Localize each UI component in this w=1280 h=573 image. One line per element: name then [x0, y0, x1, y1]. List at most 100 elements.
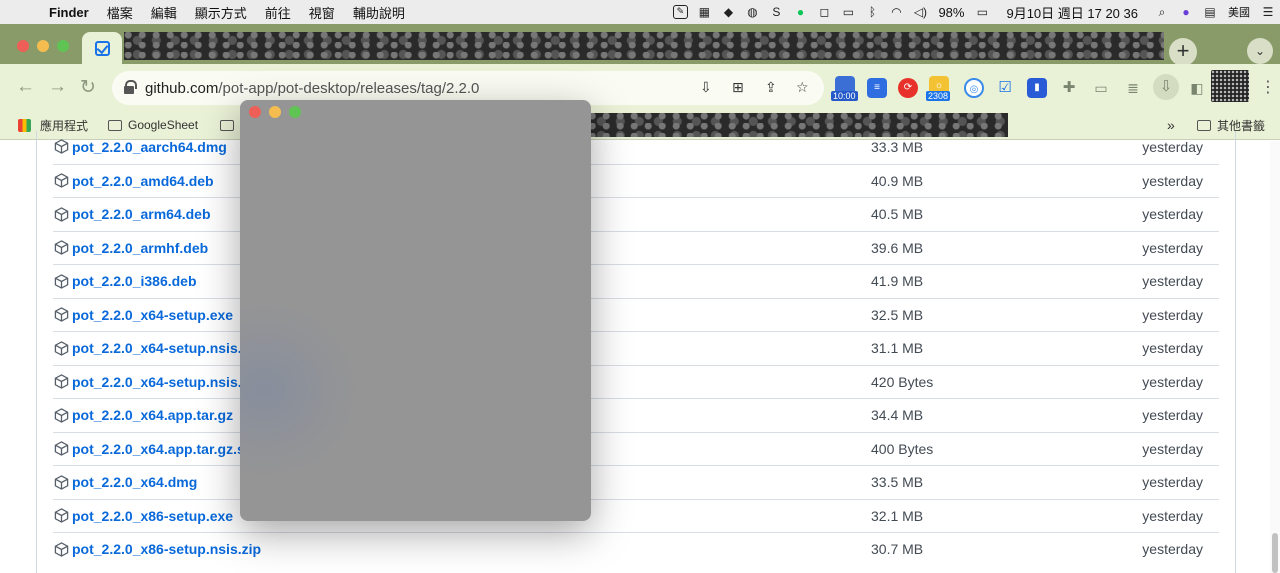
reading-list-icon[interactable]: ≣ — [1123, 78, 1143, 98]
package-icon — [54, 508, 69, 524]
asset-link[interactable]: pot_2.2.0_amd64.deb — [72, 173, 214, 189]
pot-tray-icon[interactable]: ✎ — [668, 0, 692, 24]
asset-link[interactable]: pot_2.2.0_aarch64.dmg — [72, 139, 227, 155]
asset-row: pot_2.2.0_x86-setup.nsis.zip 30.7 MB yes… — [53, 532, 1219, 566]
package-icon — [54, 441, 69, 457]
asset-link[interactable]: pot_2.2.0_armhf.deb — [72, 240, 208, 256]
menu-file[interactable]: 檔案 — [98, 3, 142, 22]
tab-strip — [0, 24, 1280, 64]
overlay-zoom-button[interactable] — [289, 106, 301, 118]
checkbox-favicon-icon — [94, 40, 110, 56]
downloads-icon[interactable]: ⇩ — [1153, 74, 1179, 100]
share-icon[interactable]: ⇪ — [765, 79, 777, 96]
timer-extension-icon[interactable]: ◎ — [964, 78, 984, 98]
menu-help[interactable]: 輔助說明 — [344, 3, 414, 22]
pdf-extension-icon[interactable]: ⟳ — [898, 78, 918, 98]
asset-size: 33.5 MB — [871, 474, 924, 491]
asset-row: pot_2.2.0_armhf.deb 39.6 MB yesterday — [53, 230, 1219, 265]
asset-link[interactable]: pot_2.2.0_x86-setup.nsis.zip — [72, 541, 261, 557]
control-center-icon[interactable]: ☰ — [1256, 0, 1280, 24]
browser-toolbar: ← → ↻ github.com/pot-app/pot-desktop/rel… — [0, 64, 1280, 110]
globe-tray-icon[interactable]: ◍ — [740, 0, 764, 24]
sync-tray-icon[interactable]: S — [764, 0, 788, 24]
reload-icon[interactable]: ↻ — [80, 76, 96, 99]
menu-go[interactable]: 前往 — [256, 3, 300, 22]
cast-icon[interactable]: ▭ — [1091, 78, 1111, 98]
asset-size: 31.1 MB — [871, 340, 924, 357]
flag-icon[interactable]: ▤ — [1198, 0, 1222, 24]
asset-link[interactable]: pot_2.2.0_x64-setup.nsis.zip — [72, 340, 261, 356]
asset-size: 30.7 MB — [871, 541, 924, 558]
asset-row: pot_2.2.0_amd64.deb 40.9 MB yesterday — [53, 163, 1219, 198]
siri-icon[interactable]: ● — [1174, 0, 1198, 24]
asset-link[interactable]: pot_2.2.0_x86-setup.exe — [72, 508, 233, 524]
overlay-minimize-button[interactable] — [269, 106, 281, 118]
bluetooth-icon[interactable]: ᛒ — [860, 0, 884, 24]
battery-icon[interactable]: ▭ — [970, 0, 994, 24]
package-icon — [54, 374, 69, 390]
page-content: pot_2.2.0_aarch64.dmg 33.3 MB yesterday … — [0, 131, 1280, 573]
asset-date: yesterday — [1142, 239, 1203, 256]
battery-percent: 98% — [938, 4, 965, 20]
folder-icon — [108, 119, 122, 131]
release-assets-table: pot_2.2.0_aarch64.dmg 33.3 MB yesterday … — [36, 131, 1236, 573]
menu-finder[interactable]: Finder — [40, 5, 98, 20]
dropbox-tray-icon[interactable]: ◆ — [716, 0, 740, 24]
asset-size: 32.1 MB — [871, 507, 924, 524]
asset-size: 39.6 MB — [871, 239, 924, 256]
asset-link[interactable]: pot_2.2.0_x64.app.tar.gz — [72, 407, 233, 423]
checklist-extension-icon[interactable]: ☑ — [995, 78, 1015, 98]
line-tray-icon[interactable]: ● — [788, 0, 812, 24]
translate-icon[interactable]: ⊞ — [732, 79, 744, 96]
asset-row: pot_2.2.0_x64-setup.nsis.zip.sig 420 Byt… — [53, 364, 1219, 399]
menu-window[interactable]: 視窗 — [300, 3, 344, 22]
active-tab[interactable] — [82, 32, 122, 64]
input-source[interactable]: 美國 — [1222, 4, 1256, 20]
asset-date: yesterday — [1142, 373, 1203, 390]
asset-link[interactable]: pot_2.2.0_i386.deb — [72, 273, 197, 289]
asset-link[interactable]: pot_2.2.0_arm64.deb — [72, 206, 211, 222]
spotlight-search-icon[interactable]: ⌕ — [1150, 0, 1174, 24]
chrome-menu-icon[interactable]: ⋮ — [1258, 78, 1278, 98]
chat-tray-icon[interactable]: ◻ — [812, 0, 836, 24]
tab-strip-pattern — [124, 32, 1164, 60]
menu-extension-icon[interactable]: ≡ — [867, 78, 887, 98]
bookmark-extension-icon[interactable]: ▮ — [1027, 78, 1047, 98]
zoom-window-button[interactable] — [57, 40, 69, 52]
side-panel-icon[interactable]: ◧ — [1187, 78, 1207, 98]
new-tab-button[interactable]: + — [1169, 38, 1197, 66]
asset-size: 40.5 MB — [871, 206, 924, 223]
back-arrow-icon[interactable]: ← — [16, 76, 35, 98]
asset-date: yesterday — [1142, 541, 1203, 558]
profile-avatar[interactable] — [1211, 70, 1249, 102]
volume-icon[interactable]: ◁) — [908, 0, 932, 24]
asset-date: yesterday — [1142, 138, 1203, 155]
tab-search-button[interactable]: ⌄ — [1247, 38, 1273, 64]
asset-link[interactable]: pot_2.2.0_x64-setup.exe — [72, 307, 233, 323]
wifi-icon[interactable]: ◠ — [884, 0, 908, 24]
forward-arrow-icon[interactable]: → — [48, 76, 67, 98]
menu-edit[interactable]: 編輯 — [142, 3, 186, 22]
page-scrollbar[interactable] — [1270, 141, 1280, 573]
floating-blank-window[interactable] — [240, 100, 591, 521]
asset-size: 33.3 MB — [871, 138, 924, 155]
extensions-puzzle-icon[interactable]: ✚ — [1059, 78, 1079, 98]
lock-icon[interactable] — [124, 80, 137, 94]
asset-link[interactable]: pot_2.2.0_x64.dmg — [72, 474, 197, 490]
asset-size: 41.9 MB — [871, 273, 924, 290]
calculator-tray-icon[interactable]: ▦ — [692, 0, 716, 24]
asset-row: pot_2.2.0_arm64.deb 40.5 MB yesterday — [53, 197, 1219, 231]
menu-view[interactable]: 顯示方式 — [186, 3, 256, 22]
close-window-button[interactable] — [17, 40, 29, 52]
clock[interactable]: 9月10日 週日 17 20 36 — [994, 3, 1150, 22]
asset-row: pot_2.2.0_x64.app.tar.gz.sig 400 Bytes y… — [53, 431, 1219, 466]
asset-link[interactable]: pot_2.2.0_x64.app.tar.gz.sig — [72, 441, 257, 457]
scrollbar-thumb[interactable] — [1272, 533, 1278, 573]
bookmark-star-icon[interactable]: ☆ — [796, 79, 809, 96]
overlay-close-button[interactable] — [249, 106, 261, 118]
asset-row: pot_2.2.0_i386.deb 41.9 MB yesterday — [53, 264, 1219, 298]
install-app-icon[interactable]: ⇩ — [700, 79, 712, 96]
minimize-window-button[interactable] — [37, 40, 49, 52]
airplay-icon[interactable]: ▭ — [836, 0, 860, 24]
asset-row: pot_2.2.0_aarch64.dmg 33.3 MB yesterday — [53, 130, 1219, 164]
